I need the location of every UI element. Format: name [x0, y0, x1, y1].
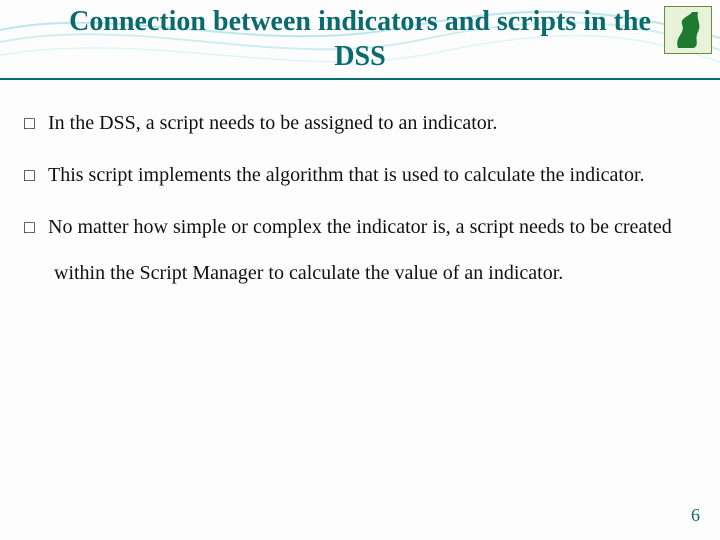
slide-title: Connection between indicators and script…: [0, 4, 720, 80]
bullet-text: No matter how simple or complex the indi…: [48, 216, 672, 284]
page-number: 6: [691, 505, 700, 526]
org-logo: [664, 6, 712, 54]
slide-body: □In the DSS, a script needs to be assign…: [24, 100, 696, 302]
bullet-text: This script implements the algorithm tha…: [48, 164, 645, 186]
bullet-item: □This script implements the algorithm th…: [24, 152, 696, 198]
logo-mark-icon: [668, 10, 708, 50]
bullet-item: □In the DSS, a script needs to be assign…: [24, 100, 696, 146]
slide: Connection between indicators and script…: [0, 0, 720, 540]
bullet-item: □No matter how simple or complex the ind…: [24, 204, 696, 296]
bullet-marker-icon: □: [24, 155, 48, 196]
bullet-text: In the DSS, a script needs to be assigne…: [48, 112, 497, 134]
bullet-marker-icon: □: [24, 207, 48, 248]
bullet-marker-icon: □: [24, 103, 48, 144]
